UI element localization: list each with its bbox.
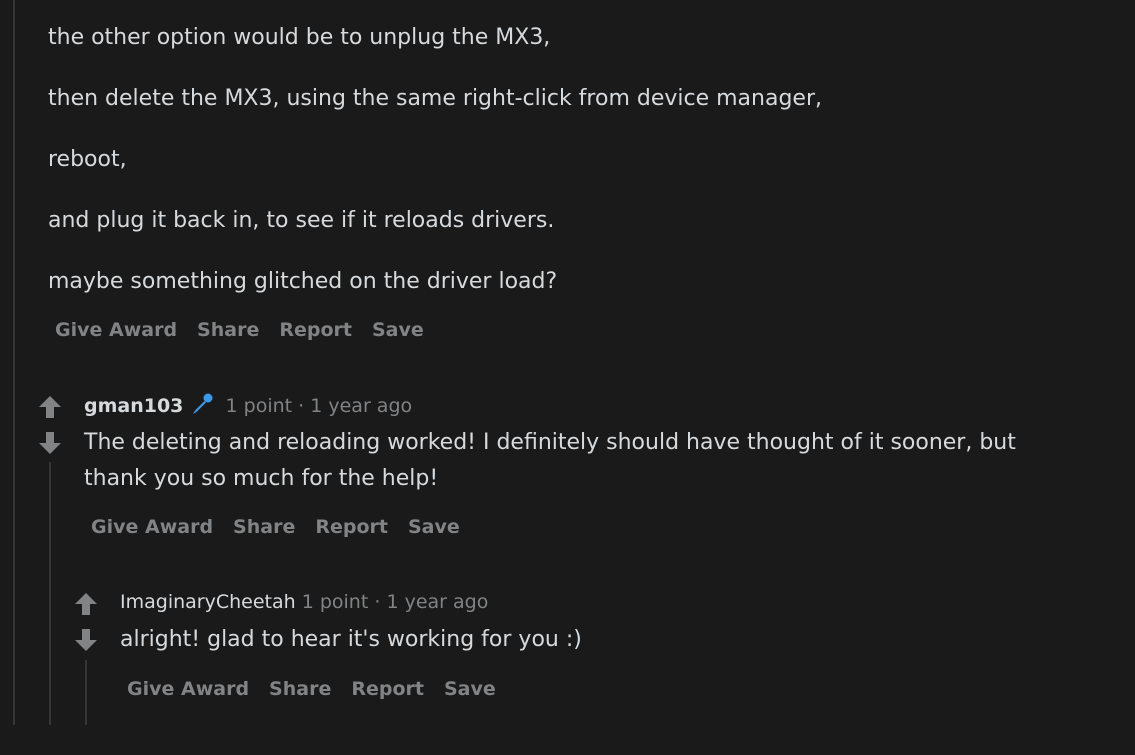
points-count: 1 point [225, 395, 293, 417]
report-button[interactable]: Report [305, 516, 398, 538]
share-button[interactable]: Share [259, 678, 341, 700]
share-button[interactable]: Share [187, 319, 269, 341]
give-award-button[interactable]: Give Award [120, 678, 259, 700]
comment-paragraph: and plug it back in, to see if it reload… [48, 208, 555, 233]
comment-meta: gman103 1 point · 1 year ago [84, 392, 412, 419]
meta-separator: · [374, 591, 381, 613]
save-button[interactable]: Save [362, 319, 434, 341]
upvote-icon[interactable] [73, 591, 99, 617]
give-award-button[interactable]: Give Award [84, 516, 223, 538]
give-award-button[interactable]: Give Award [48, 319, 187, 341]
comment-meta: ImaginaryCheetah 1 point · 1 year ago [120, 589, 488, 615]
timestamp[interactable]: 1 year ago [310, 395, 412, 417]
thread-line-reply2[interactable] [85, 660, 87, 725]
comment-body: alright! glad to hear it's working for y… [120, 627, 582, 652]
share-button[interactable]: Share [223, 516, 305, 538]
username-link[interactable]: gman103 [84, 395, 183, 417]
thread-line-reply1[interactable] [49, 462, 51, 725]
comment-paragraph: the other option would be to unplug the … [48, 25, 551, 50]
downvote-icon[interactable] [73, 627, 99, 653]
comment-paragraph: reboot, [48, 147, 127, 172]
timestamp[interactable]: 1 year ago [386, 591, 488, 613]
upvote-icon[interactable] [37, 394, 63, 420]
downvote-icon[interactable] [37, 430, 63, 456]
report-button[interactable]: Report [269, 319, 362, 341]
username-link[interactable]: ImaginaryCheetah [120, 591, 296, 613]
comment-body: The deleting and reloading worked! I def… [84, 430, 1016, 491]
comment-paragraph: then delete the MX3, using the same righ… [48, 86, 822, 111]
comment-paragraph: maybe something glitched on the driver l… [48, 269, 558, 294]
points-count: 1 point [301, 591, 369, 613]
meta-separator: · [298, 395, 305, 417]
save-button[interactable]: Save [398, 516, 470, 538]
comment-actions: Give Award Share Report Save [84, 516, 470, 538]
save-button[interactable]: Save [434, 678, 506, 700]
comment-actions: Give Award Share Report Save [120, 678, 506, 700]
comment-actions: Give Award Share Report Save [48, 319, 434, 341]
comment-thread: the other option would be to unplug the … [0, 0, 1135, 755]
report-button[interactable]: Report [341, 678, 434, 700]
microphone-icon [193, 393, 213, 414]
thread-line-outer[interactable] [13, 0, 15, 725]
